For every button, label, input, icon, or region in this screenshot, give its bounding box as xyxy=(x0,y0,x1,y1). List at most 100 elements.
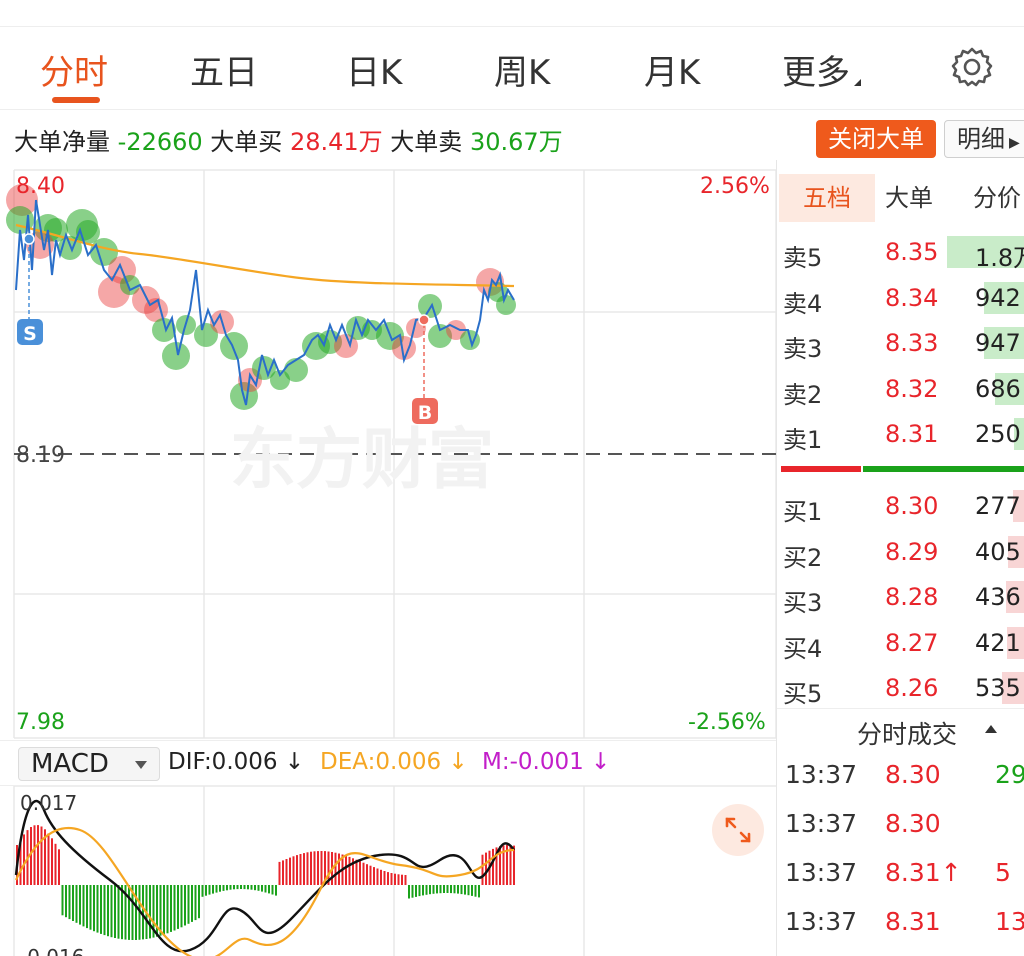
big-order-bubble xyxy=(220,332,248,360)
macd-bar xyxy=(191,885,193,922)
net-volume-label: 大单净量 xyxy=(14,128,110,156)
macd-bar xyxy=(268,885,270,894)
big-order-bubble xyxy=(284,358,308,382)
macd-bar xyxy=(100,885,102,934)
macd-bar xyxy=(317,851,319,885)
macd-bar xyxy=(320,851,323,885)
macd-bar xyxy=(72,885,74,921)
fullscreen-button[interactable] xyxy=(712,804,764,856)
big-sell-label: 大单卖 xyxy=(390,128,463,156)
macd-bar xyxy=(163,885,165,935)
tab-weekly-k[interactable]: 周K xyxy=(494,45,550,94)
macd-bar xyxy=(345,855,347,885)
bid-row[interactable]: 买5 8.26 535 xyxy=(777,666,1024,710)
macd-bar xyxy=(397,874,400,885)
macd-bar xyxy=(467,885,470,896)
ask-volume: 942 xyxy=(975,283,1021,312)
macd-bar xyxy=(261,885,263,892)
macd-bar xyxy=(110,885,113,938)
macd-bar xyxy=(58,849,60,885)
macd-bar xyxy=(471,885,473,896)
macd-bar xyxy=(404,875,407,885)
macd-axis-top: 0.017 xyxy=(20,791,77,815)
bid-level-label: 买5 xyxy=(783,680,823,708)
ask-row[interactable]: 卖1 8.31 250 xyxy=(777,412,1024,456)
ask-level-label: 卖4 xyxy=(783,289,823,318)
macd-bar xyxy=(114,885,116,938)
bid-row[interactable]: 买1 8.30 277 xyxy=(777,484,1024,528)
macd-bar xyxy=(460,885,463,895)
tick-volume: 13 xyxy=(995,907,1024,936)
tick-time: 13:37 xyxy=(785,907,858,936)
chevron-down-icon xyxy=(135,761,147,769)
bid-row[interactable]: 买4 8.27 421 xyxy=(777,621,1024,665)
tick-price: 8.31 xyxy=(885,907,941,936)
intraday-chart[interactable]: 东方财富 S B 0.017 -0.016 xyxy=(0,160,776,956)
macd-bar xyxy=(121,885,123,940)
macd-m-value: M:-0.001 ↓ xyxy=(482,749,611,775)
big-sell-value: 30.67万 xyxy=(469,128,563,156)
macd-bar xyxy=(254,885,256,891)
tab-monthly-k[interactable]: 月K xyxy=(644,45,700,94)
tick-volume: 29 xyxy=(995,760,1024,789)
macd-bar xyxy=(264,885,267,893)
tab-daily-k[interactable]: 日K xyxy=(346,45,402,94)
detail-button[interactable]: 明细 ▶ xyxy=(944,120,1024,158)
macd-bar xyxy=(128,885,130,940)
macd-bar xyxy=(257,885,260,891)
ticks-title: 分时成交 xyxy=(857,720,958,749)
tab-five-day[interactable]: 五日 xyxy=(190,45,258,94)
ask-price: 8.31 xyxy=(885,420,939,448)
close-big-order-button[interactable]: 关闭大单 xyxy=(816,120,936,158)
tab-big-orders[interactable]: 大单 xyxy=(885,174,933,222)
ask-price: 8.34 xyxy=(885,283,939,312)
macd-histogram xyxy=(16,825,515,940)
macd-bar xyxy=(485,852,487,885)
macd-bar xyxy=(75,885,78,923)
macd-bar xyxy=(422,885,424,896)
tab-five-levels[interactable]: 五档 xyxy=(779,174,875,222)
tick-time: 13:37 xyxy=(785,809,858,838)
macd-bar xyxy=(313,851,316,885)
bid-volume: 436 xyxy=(975,583,1021,611)
ask-row[interactable]: 卖4 8.34 942 xyxy=(777,276,1024,320)
ask-row[interactable]: 卖3 8.33 947 xyxy=(777,321,1024,365)
macd-bar xyxy=(226,885,228,891)
macd-bar xyxy=(208,885,211,895)
macd-bar xyxy=(285,859,288,885)
bid-price: 8.27 xyxy=(885,628,939,657)
tab-more[interactable]: 更多 xyxy=(782,45,861,94)
macd-legend-bar: MACD DIF:0.006 ↓ DEA:0.006 ↓ M:-0.001 ↓ xyxy=(0,740,776,786)
macd-bar xyxy=(142,885,144,940)
bid-row[interactable]: 买3 8.28 436 xyxy=(777,575,1024,619)
macd-bar xyxy=(334,852,337,885)
macd-bar xyxy=(425,885,428,895)
macd-bar xyxy=(236,885,239,890)
macd-bar xyxy=(219,885,221,892)
tick-row: 13:37 8.31↑ 5 xyxy=(777,854,1024,898)
tab-price-distribution[interactable]: 分价 xyxy=(973,174,1021,222)
macd-bar xyxy=(390,873,393,885)
macd-bar xyxy=(222,885,225,891)
tick-time: 13:37 xyxy=(785,760,858,789)
macd-bar xyxy=(215,885,218,893)
macd-bar xyxy=(212,885,214,894)
tick-volume: 5 xyxy=(995,858,1011,887)
macd-bar xyxy=(443,885,445,893)
macd-bar xyxy=(173,885,176,931)
tab-intraday[interactable]: 分时 xyxy=(40,45,108,94)
buy-marker-dot xyxy=(418,314,430,326)
bid-row[interactable]: 买2 8.29 405 xyxy=(777,530,1024,574)
ticks-header[interactable]: 分时成交 xyxy=(777,708,1024,754)
macd-bar xyxy=(292,856,295,885)
macd-bar xyxy=(103,885,106,936)
tick-row: 13:37 8.30 xyxy=(777,805,1024,849)
big-order-bubble xyxy=(418,294,442,318)
macd-bar xyxy=(355,859,358,885)
ask-row[interactable]: 卖5 8.35 1.8万 xyxy=(777,230,1024,274)
bid-price: 8.29 xyxy=(885,537,939,566)
macd-bar xyxy=(61,885,64,916)
indicator-select[interactable]: MACD xyxy=(18,747,160,781)
settings-gear-icon[interactable] xyxy=(950,45,994,89)
ask-row[interactable]: 卖2 8.32 686 xyxy=(777,367,1024,411)
